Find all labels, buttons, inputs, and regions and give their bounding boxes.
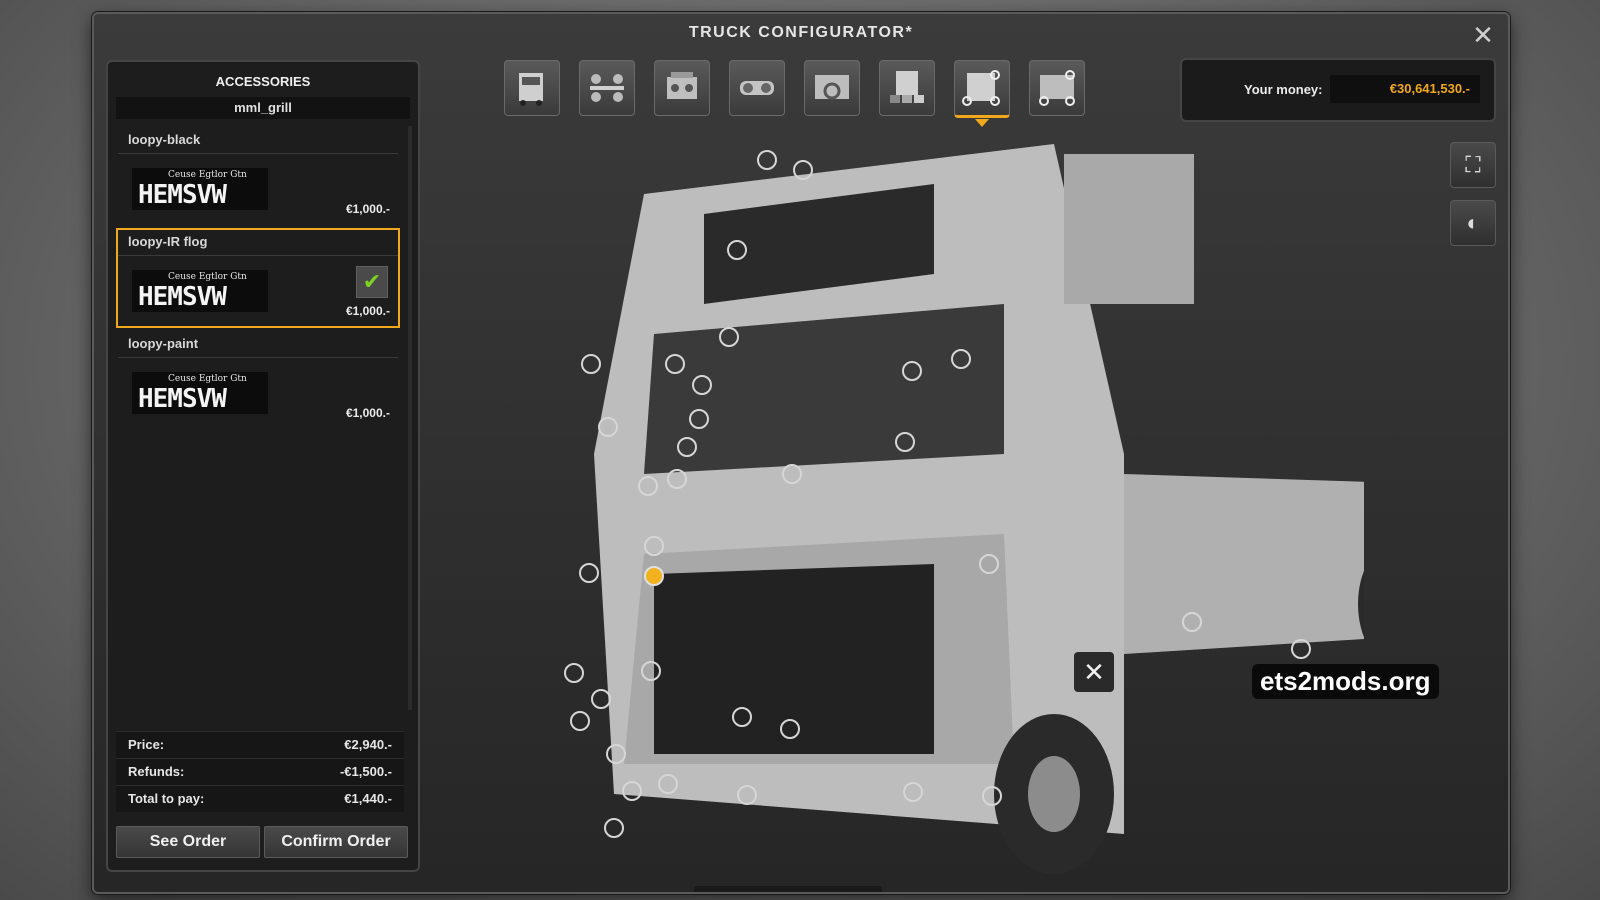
accessory-hotspot[interactable] [757,150,777,170]
accessory-hotspot[interactable] [644,536,664,556]
accessory-hotspot[interactable] [604,818,624,838]
accessory-hotspot[interactable] [689,409,709,429]
accessory-hotspot[interactable] [719,327,739,347]
accessory-hotspot[interactable] [951,349,971,369]
total-value: €1,440.- [344,791,392,806]
accessory-item[interactable]: loopy-black Ceuse Egtlor Gtn HEMSVW €1,0… [116,126,400,226]
accessory-hotspot[interactable] [979,554,999,574]
accessory-hotspot[interactable] [982,786,1002,806]
accessory-price: €1,000.- [345,202,390,216]
confirm-order-button[interactable]: Confirm Order [264,826,408,858]
price-row: Price: €2,940.- [116,731,404,758]
accessory-name: loopy-paint [118,332,398,358]
price-value: €2,940.- [344,737,392,752]
thumbnail-small-text: Ceuse Egtlor Gtn [168,170,247,180]
watermark-text: ets2mods.org [1252,664,1439,699]
panel-heading: ACCESSORIES [215,74,311,89]
thumbnail-big-text: HEMSVW [138,384,227,414]
accessory-hotspot[interactable] [665,354,685,374]
headlights-icon[interactable]: ◐ [1450,200,1496,246]
order-buttons: See Order Confirm Order [116,826,408,858]
accessory-thumbnail: Ceuse Egtlor Gtn HEMSVW [132,372,268,414]
thumbnail-big-text: HEMSVW [138,180,227,210]
accessory-hotspot[interactable] [903,782,923,802]
accessory-hotspot[interactable] [692,375,712,395]
fullscreen-icon[interactable]: ⛶ [1450,142,1496,188]
accessories-panel: ACCESSORIES mml_grill loopy-black Ceuse … [106,60,420,872]
accessory-item[interactable]: loopy-paint Ceuse Egtlor Gtn HEMSVW €1,0… [116,330,400,430]
window-title: TRUCK CONFIGURATOR* [688,24,914,41]
accessory-thumbnail: Ceuse Egtlor Gtn HEMSVW [132,270,268,312]
accessory-hotspot[interactable] [727,240,747,260]
accessory-hotspot[interactable] [579,563,599,583]
price-label: Price: [128,737,165,752]
total-label: Total to pay: [128,791,205,806]
remove-marker-icon[interactable]: ✕ [1074,652,1114,692]
thumbnail-big-text: HEMSVW [138,282,227,312]
accessory-list: loopy-black Ceuse Egtlor Gtn HEMSVW €1,0… [116,126,400,432]
accessory-price: €1,000.- [345,406,390,420]
accessory-hotspot[interactable] [780,719,800,739]
accessory-hotspot[interactable] [667,469,687,489]
accessory-price: €1,000.- [345,304,390,318]
refunds-value: -€1,500.- [339,764,392,779]
accessory-item-selected[interactable]: loopy-IR flog Ceuse Egtlor Gtn HEMSVW ✔ … [116,228,400,328]
thumbnail-small-text: Ceuse Egtlor Gtn [168,272,247,282]
accessory-name: loopy-IR flog [118,230,398,256]
scrollbar[interactable] [408,126,412,710]
accessory-hotspot[interactable] [641,661,661,681]
bottom-handle [694,886,882,892]
accessory-hotspot[interactable] [737,785,757,805]
accessory-hotspot[interactable] [581,354,601,374]
accessory-hotspot[interactable] [622,781,642,801]
accessory-hotspot[interactable] [598,417,618,437]
accessory-hotspot[interactable] [782,464,802,484]
close-icon[interactable]: ✕ [1470,22,1496,48]
refunds-row: Refunds: -€1,500.- [116,758,404,785]
accessory-hotspot[interactable] [793,160,813,180]
order-summary: Price: €2,940.- Refunds: -€1,500.- Total… [116,731,404,812]
accessory-hotspot[interactable] [638,476,658,496]
checkmark-icon: ✔ [356,266,388,298]
accessory-hotspot[interactable] [591,689,611,709]
refunds-label: Refunds: [128,764,185,779]
accessory-name: loopy-black [118,128,398,154]
accessory-hotspot[interactable] [1291,639,1311,659]
accessory-hotspot[interactable] [658,774,678,794]
truck-image [594,144,1444,874]
total-row: Total to pay: €1,440.- [116,785,404,812]
thumbnail-small-text: Ceuse Egtlor Gtn [168,374,247,384]
accessory-hotspot[interactable] [902,361,922,381]
accessory-hotspot[interactable] [677,437,697,457]
accessory-hotspot[interactable] [570,711,590,731]
accessory-hotspot[interactable] [606,744,626,764]
accessory-hotspot[interactable] [732,707,752,727]
truck-preview: ✕ [534,74,1444,874]
accessory-category: mml_grill [116,97,410,119]
see-order-button[interactable]: See Order [116,826,260,858]
accessory-hotspot[interactable] [1182,612,1202,632]
truck-configurator-window: TRUCK CONFIGURATOR* ✕ ACCESSORIES mml_gr… [92,12,1510,894]
accessory-thumbnail: Ceuse Egtlor Gtn HEMSVW [132,168,268,210]
accessory-hotspot[interactable] [564,663,584,683]
selected-hotspot[interactable] [644,566,664,586]
accessory-hotspot[interactable] [895,432,915,452]
